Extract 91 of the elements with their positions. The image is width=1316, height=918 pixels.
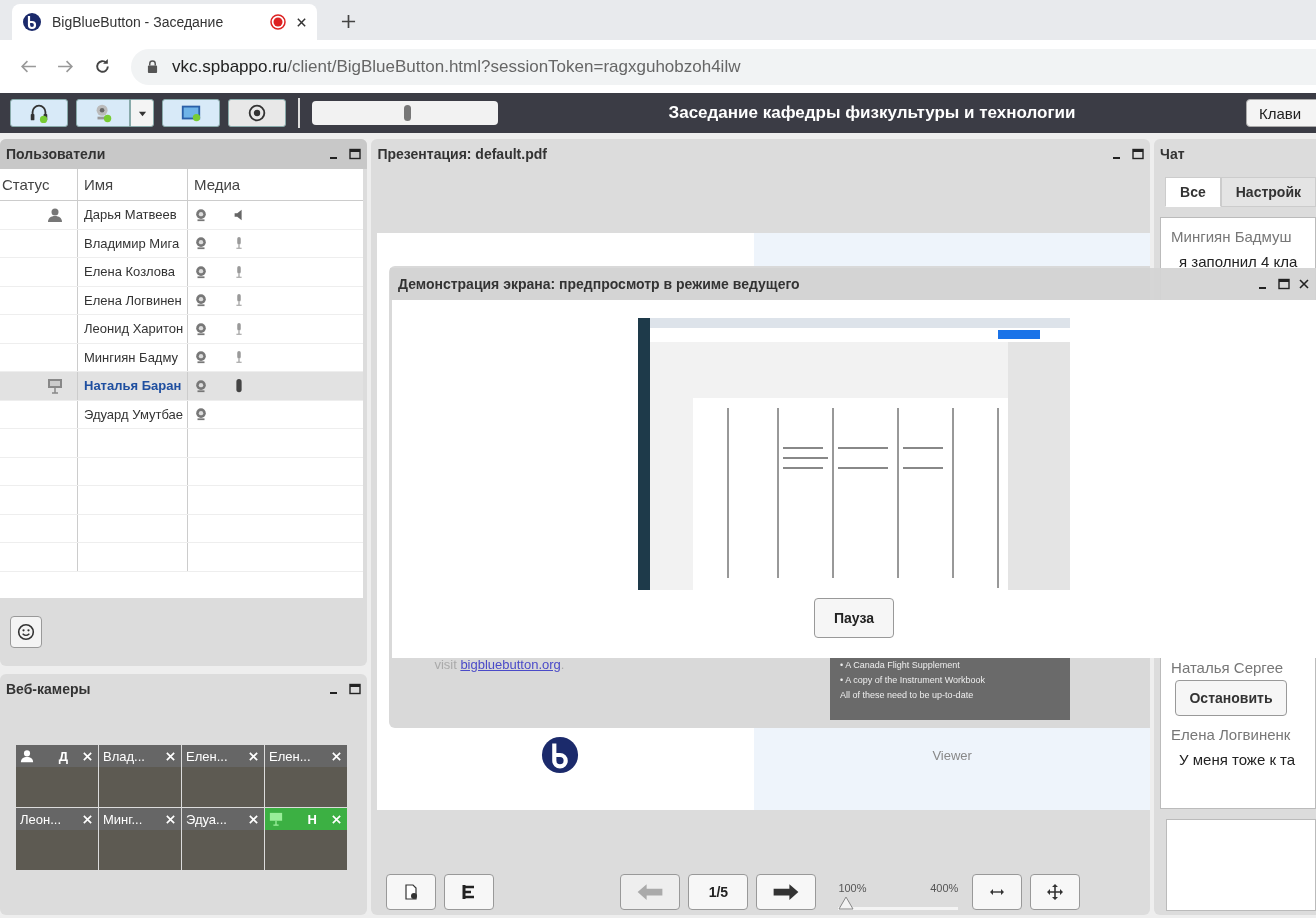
user-name: Дарья Матвеев [78, 201, 188, 229]
user-name: Елена Логвинен [78, 286, 188, 314]
pause-button[interactable]: Пауза [814, 598, 894, 638]
fit-width-button[interactable] [972, 874, 1023, 910]
user-row[interactable]: Владимир Мига [0, 229, 364, 258]
column-header[interactable]: Медиа [188, 169, 241, 200]
user-row[interactable]: Эдуард Умутбае [0, 400, 364, 429]
record-icon [246, 102, 268, 124]
message-author: Елена Логвиненк [1171, 726, 1292, 743]
upload-button[interactable] [386, 874, 437, 910]
user-name: Елена Козлова [78, 258, 188, 286]
user-row[interactable]: Наталья Баран [0, 372, 364, 401]
back-icon[interactable] [20, 58, 37, 75]
user-row[interactable]: Леонид Харитон [0, 315, 364, 344]
user-name: Владимир Мига [78, 229, 188, 257]
lock-icon [147, 60, 158, 73]
user-row[interactable]: Елена Козлова [0, 258, 364, 287]
user-name: Эдуард Умутбае [78, 400, 188, 428]
video-label: Елен... [186, 748, 229, 764]
tab-title: BigBlueButton - Заседание [52, 14, 225, 30]
maximize-icon[interactable] [1278, 278, 1290, 290]
user-name: Мингиян Бадму [78, 343, 188, 371]
panel-title: Пользователи [6, 146, 107, 162]
move-button[interactable] [1030, 874, 1081, 910]
new-tab-icon[interactable] [341, 14, 356, 29]
user-icon [20, 749, 34, 763]
smiley-icon [17, 623, 35, 641]
panel-title: Чат [1160, 146, 1186, 162]
arrow-left-icon [636, 883, 665, 901]
zoom-slider[interactable] [838, 896, 959, 910]
user-icon [47, 206, 63, 223]
video-label: Н [306, 811, 318, 827]
headset-icon [28, 102, 50, 124]
zoom-min-label: 100% [838, 882, 867, 894]
screen-share-button[interactable] [162, 99, 220, 127]
presenter-icon [47, 377, 63, 394]
stop-button[interactable]: Остановить [1175, 680, 1287, 716]
meeting-title: Заседание кафедры физкультуры и технологии [667, 103, 1077, 123]
message-text: У меня тоже к та [1178, 751, 1297, 768]
forward-icon[interactable] [57, 58, 74, 75]
user-name: Наталья Баран [78, 372, 188, 400]
chat-tab[interactable]: Все [1165, 177, 1221, 207]
slider-thumb[interactable] [838, 896, 855, 910]
next-slide-button[interactable] [756, 874, 817, 910]
page-number-button[interactable]: 1/5 [688, 874, 749, 910]
video-label: Эдуа... [186, 811, 228, 827]
slides-list-button[interactable] [444, 874, 495, 910]
maximize-icon[interactable] [349, 148, 362, 160]
address-bar[interactable]: vkc.spbappo.ru/client/BigBlueButton.html?sessionToken=ragxguhobzoh4ilw [131, 48, 1316, 85]
slide-caption: Viewer [932, 747, 972, 763]
url-text: vkc.spbappo.ru/client/BigBlueButton.html?sessionToken=ragxguhobzoh4ilw [172, 56, 741, 77]
message-author: Наталья Сергее [1171, 659, 1285, 676]
slide-bullet: • A Canada Flight Supplement [840, 660, 961, 670]
logo-icon [22, 12, 42, 32]
maximize-icon[interactable] [349, 683, 362, 695]
video-label: Леон... [20, 811, 62, 827]
record-button[interactable] [228, 99, 286, 127]
presenter-icon [269, 812, 283, 826]
slide-bullet: All of these need to be up-to-date [840, 690, 975, 700]
website-link[interactable]: bigbluebutton.org [460, 657, 561, 672]
zoom-max-label: 400% [930, 882, 959, 894]
chat-tab[interactable]: Настройк [1220, 177, 1316, 207]
message-author: Мингиян Бадмуш [1171, 228, 1293, 245]
webcam-menu-button[interactable] [130, 99, 154, 127]
panel-title: Презентация: default.pdf [377, 146, 548, 162]
maximize-icon[interactable] [1132, 148, 1145, 160]
user-row[interactable]: Дарья Матвеев [0, 201, 364, 230]
user-row[interactable]: Елена Логвинен [0, 286, 364, 315]
video-label: Елен... [269, 748, 312, 764]
video-label: Минг... [103, 811, 144, 827]
video-label: Д [57, 748, 69, 764]
message-text: я заполнил 4 кла [1178, 253, 1299, 270]
audio-button[interactable] [10, 99, 68, 127]
column-header[interactable]: Статус [0, 169, 78, 200]
slide-bullet: • A copy of the Instrument Workbook [840, 675, 987, 685]
message-input[interactable] [1166, 819, 1316, 911]
column-header[interactable]: Имя [78, 169, 188, 200]
user-name: Леонид Харитон [78, 315, 188, 343]
emoji-button[interactable] [10, 616, 42, 648]
logo-icon [541, 736, 580, 774]
video-label: Влад... [103, 748, 146, 764]
shortcuts-button[interactable]: Клави [1246, 99, 1316, 127]
close-icon[interactable] [296, 16, 307, 28]
panel-title: Веб-камеры [6, 681, 92, 697]
close-icon[interactable] [1298, 278, 1310, 290]
browser-tab[interactable]: BigBlueButton - Заседание [12, 4, 317, 40]
reload-icon[interactable] [94, 58, 111, 75]
arrow-right-icon [772, 883, 801, 901]
window-title: Демонстрация экрана: предпросмотр в режиме ведущего [398, 276, 801, 292]
document-plus-icon [403, 884, 420, 900]
move-arrows-icon [1047, 884, 1064, 900]
